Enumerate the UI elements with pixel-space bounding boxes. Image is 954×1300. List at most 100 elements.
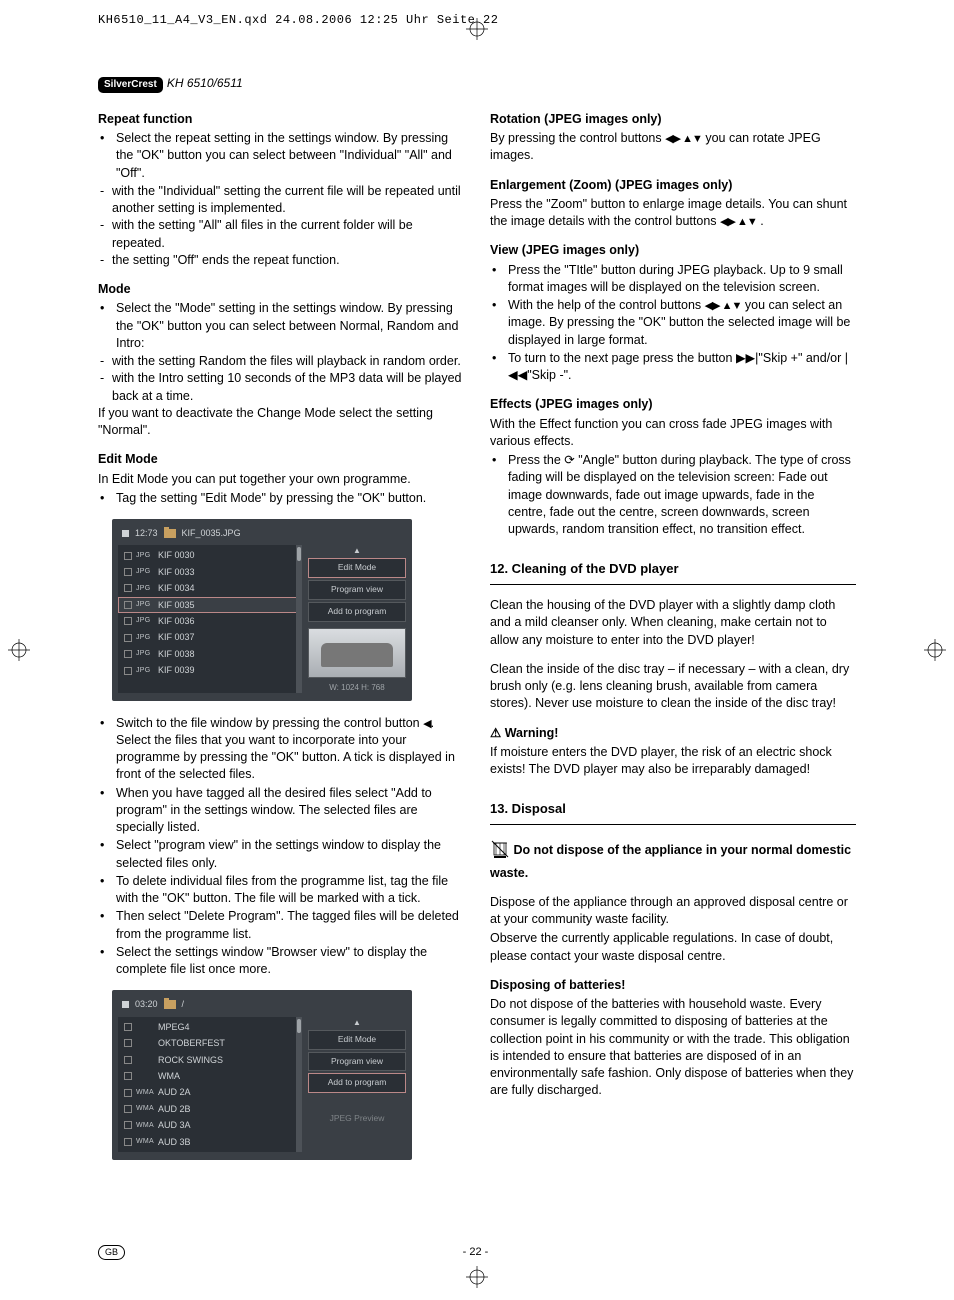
program-view-button: Program view (308, 1052, 406, 1072)
list-item: with the setting Random the files will p… (98, 353, 464, 370)
heading-batteries: Disposing of batteries! (490, 977, 856, 994)
file-name: KIF 0038 (158, 648, 195, 660)
file-type-tag: JPG (136, 551, 154, 561)
list-item: with the Intro setting 10 seconds of the… (98, 370, 464, 405)
list-item: Select the "Mode" setting in the setting… (112, 300, 464, 352)
file-type-tag: JPG (136, 633, 154, 643)
arrow-keys-icon: ◀▶ ▲▼ (720, 216, 757, 228)
body-text: Observe the currently applicable regulat… (490, 930, 856, 965)
list-item: To delete individual files from the prog… (112, 873, 464, 908)
body-text: In Edit Mode you can put together your o… (98, 471, 464, 488)
body-text: If you want to deactivate the Change Mod… (98, 405, 464, 440)
program-view-button: Program view (308, 580, 406, 600)
edit-mode-button: Edit Mode (308, 1030, 406, 1050)
add-to-program-button: Add to program (308, 602, 406, 622)
warning-icon: ⚠ (490, 726, 501, 740)
registration-mark-icon (8, 639, 30, 661)
heading-mode: Mode (98, 281, 464, 298)
file-row: JPG KIF 0036 (118, 613, 302, 629)
counter: 03:20 (135, 998, 158, 1010)
checkbox-icon (124, 1105, 132, 1113)
file-name: WMA (158, 1070, 180, 1082)
file-row: ROCK SWINGS (118, 1052, 302, 1068)
folder-icon (164, 1000, 176, 1009)
checkbox-icon (124, 1072, 132, 1080)
heading-warning: ⚠ Warning! (490, 725, 856, 742)
file-name: ROCK SWINGS (158, 1054, 223, 1066)
list-item: the setting "Off" ends the repeat functi… (98, 252, 464, 269)
list-item: Select the repeat setting in the setting… (112, 130, 464, 182)
list-item: Press the "TItle" button during JPEG pla… (504, 262, 856, 297)
left-arrow-icon: ◀ (423, 718, 430, 730)
file-type-tag: JPG (136, 649, 154, 659)
chevron-up-icon: ▲ (308, 1017, 406, 1028)
file-row: JPGKIF 0039 (118, 662, 302, 678)
checkbox-icon (124, 1039, 132, 1047)
stop-icon (122, 1001, 129, 1008)
file-type-tag: WMA (136, 1088, 154, 1098)
list-item: When you have tagged all the desired fil… (112, 785, 464, 837)
file-type-tag: WMA (136, 1137, 154, 1147)
file-name: KIF 0036 (158, 615, 195, 627)
heading-view: View (JPEG images only) (490, 242, 856, 259)
heading-effects: Effects (JPEG images only) (490, 396, 856, 413)
body-text: With the Effect function you can cross f… (490, 416, 856, 451)
list-item: Select the settings window "Browser view… (112, 944, 464, 979)
file-row: WMAAUD 2B (118, 1101, 302, 1117)
list-item: With the help of the control buttons ◀▶ … (504, 297, 856, 349)
file-type-tag: JPG (136, 584, 154, 594)
file-row: WMAAUD 3B (118, 1134, 302, 1150)
section-heading-cleaning: 12. Cleaning of the DVD player (490, 560, 856, 585)
registration-mark-icon (924, 639, 946, 661)
body-text: Do not dispose of the batteries with hou… (490, 996, 856, 1100)
skip-forward-icon: ▶▶| (736, 351, 758, 365)
list-item: with the "Individual" setting the curren… (98, 183, 464, 218)
file-name: KIF 0039 (158, 664, 195, 676)
current-file: KIF_0035.JPG (182, 527, 241, 539)
preview-label: JPEG Preview (308, 1113, 406, 1125)
file-name: AUD 3A (158, 1119, 191, 1131)
file-type-tag: JPG (136, 616, 154, 626)
body-text: If moisture enters the DVD player, the r… (490, 744, 856, 779)
file-row: JPG KIF 0038 (118, 646, 302, 662)
file-row: JPG KIF 0034 (118, 580, 302, 596)
file-name: OKTOBERFEST (158, 1037, 225, 1049)
file-type-tag: WMA (136, 1104, 154, 1114)
file-row: JPG KIF 0037 (118, 629, 302, 645)
list-item: Switch to the file window by pressing th… (112, 715, 464, 784)
no-bin-icon (490, 848, 510, 862)
checkbox-icon (124, 601, 132, 609)
list-item: To turn to the next page press the butto… (504, 350, 856, 385)
arrow-keys-icon: ◀▶ ▲▼ (705, 300, 742, 312)
body-text: Press the "Zoom" button to enlarge image… (490, 196, 856, 231)
section-heading-disposal: 13. Disposal (490, 800, 856, 825)
checkbox-icon (124, 552, 132, 560)
list-item: Tag the setting "Edit Mode" by pressing … (112, 490, 464, 507)
file-name: KIF 0030 (158, 549, 195, 561)
scrollbar (296, 1017, 302, 1152)
checkbox-icon (124, 634, 132, 642)
brand-badge: SilverCrest (98, 77, 163, 93)
edit-mode-button: Edit Mode (308, 558, 406, 578)
body-text: By pressing the control buttons ◀▶ ▲▼ yo… (490, 130, 856, 165)
file-name: MPEG4 (158, 1021, 190, 1033)
checkbox-icon (124, 1138, 132, 1146)
file-row: JPG KIF 0030 (118, 547, 302, 563)
angle-icon: ⟳ (564, 453, 574, 467)
checkbox-icon (124, 617, 132, 625)
file-name: KIF 0037 (158, 631, 195, 643)
file-name: KIF 0034 (158, 582, 195, 594)
list-item: Select "program view" in the settings wi… (112, 837, 464, 872)
checkbox-icon (124, 1023, 132, 1031)
file-type-tag: WMA (136, 1121, 154, 1131)
scrollbar (296, 545, 302, 692)
file-row: WMA AUD 3A (118, 1117, 302, 1133)
file-list: MPEG4OKTOBERFESTROCK SWINGSWMAWMAAUD 2AW… (118, 1017, 302, 1152)
file-row: OKTOBERFEST (118, 1035, 302, 1051)
file-type-tag: JPG (136, 600, 154, 610)
heading-rotation: Rotation (JPEG images only) (490, 111, 856, 128)
heading-zoom: Enlargement (Zoom) (JPEG images only) (490, 177, 856, 194)
image-dimensions: W: 1024 H: 768 (308, 682, 406, 693)
file-row: JPGKIF 0035 (118, 597, 302, 613)
chevron-up-icon: ▲ (308, 545, 406, 556)
